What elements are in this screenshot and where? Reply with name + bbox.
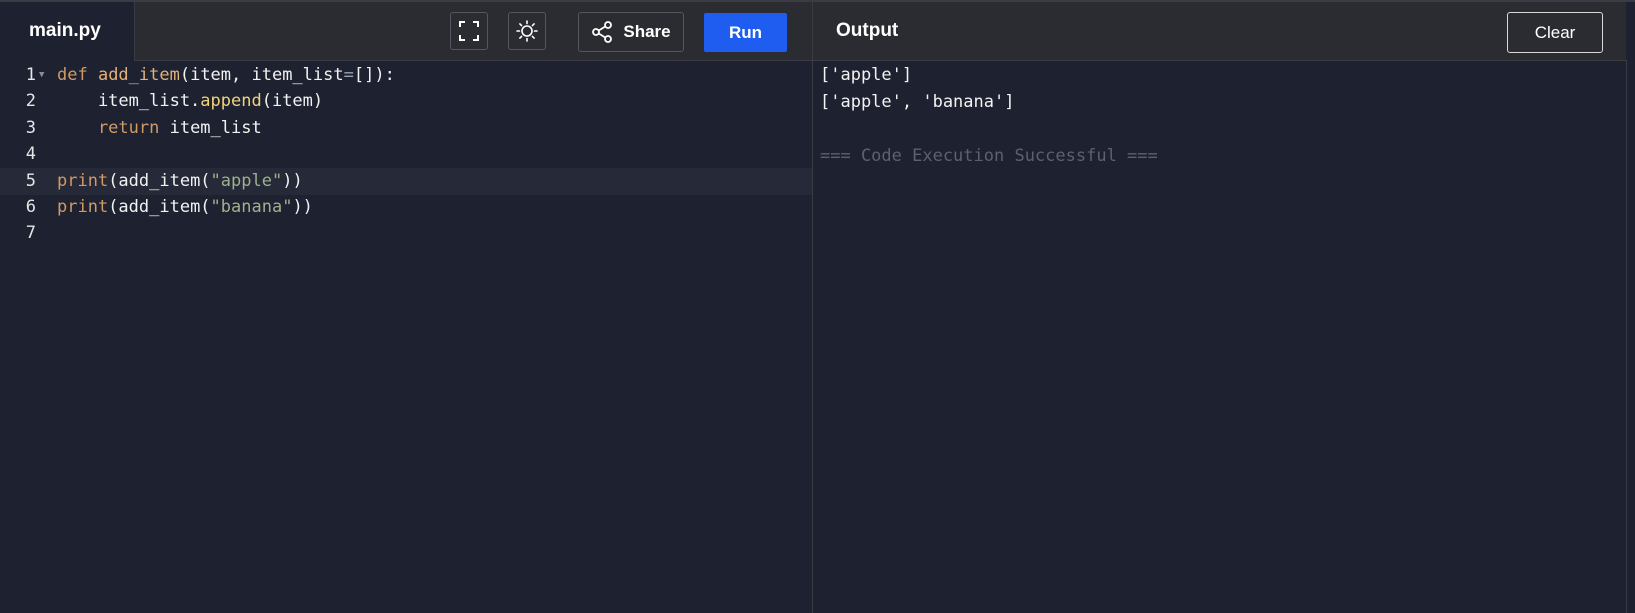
output-line: ['apple', 'banana'] bbox=[820, 92, 1015, 112]
code-text: print(add_item("banana")) bbox=[57, 194, 313, 221]
code-line[interactable]: 7 bbox=[0, 220, 812, 247]
code-token: append bbox=[200, 91, 262, 112]
code-token: print bbox=[57, 170, 109, 191]
share-button[interactable]: Share bbox=[578, 12, 684, 52]
code-token: (add_item( bbox=[108, 197, 211, 217]
code-token: (item, item_list bbox=[179, 65, 344, 85]
line-number: 2 bbox=[25, 91, 36, 112]
code-text: return item_list bbox=[57, 115, 262, 142]
fold-arrow-icon[interactable]: ▼ bbox=[39, 62, 44, 89]
theme-toggle-button[interactable] bbox=[508, 12, 546, 50]
fullscreen-icon bbox=[459, 21, 479, 41]
code-token: return bbox=[57, 117, 170, 138]
output-line: ['apple'] bbox=[820, 65, 913, 85]
code-line[interactable]: 4 bbox=[0, 141, 812, 168]
code-token: add_item bbox=[97, 65, 180, 85]
code-token: (add_item( bbox=[108, 170, 211, 191]
code-token: print bbox=[57, 197, 109, 217]
code-line[interactable]: 5 print(add_item("apple")) bbox=[0, 167, 812, 195]
code-editor[interactable]: 1 ▼ def add_item(item, item_list=[]): 2 ite… bbox=[0, 62, 812, 613]
line-number: 1 bbox=[25, 65, 36, 85]
output-title: Output bbox=[836, 20, 899, 41]
fullscreen-button[interactable] bbox=[450, 12, 488, 50]
output-panel: ['apple'] ['apple', 'banana'] === Code Exe… bbox=[820, 62, 1620, 170]
code-token: "banana" bbox=[210, 197, 293, 217]
code-text: item_list.append(item) bbox=[57, 88, 323, 115]
code-line[interactable]: 1 ▼ def add_item(item, item_list=[]): bbox=[0, 62, 812, 89]
line-number: 5 bbox=[25, 170, 36, 191]
code-text: def add_item(item, item_list=[]): bbox=[57, 62, 395, 89]
code-token: item_list. bbox=[57, 91, 201, 112]
code-line[interactable]: 3 return item_list bbox=[0, 115, 812, 142]
code-token: )) bbox=[282, 170, 303, 191]
line-number: 6 bbox=[25, 197, 36, 217]
clear-button[interactable]: Clear bbox=[1507, 12, 1603, 53]
code-token: []): bbox=[353, 65, 395, 85]
code-token: = bbox=[343, 65, 354, 85]
code-token: )) bbox=[292, 197, 313, 217]
top-bar: main.py Share Run Output Clear bbox=[0, 2, 1626, 61]
code-token: item_list bbox=[169, 117, 262, 138]
share-icon bbox=[592, 21, 613, 43]
share-label: Share bbox=[623, 22, 671, 41]
code-line[interactable]: 2 item_list.append(item) bbox=[0, 88, 812, 115]
tab-main-py[interactable]: main.py bbox=[0, 2, 135, 61]
theme-sun-icon bbox=[516, 20, 538, 42]
online-python-compiler: main.py Share Run Output Clear 1 ▼ def a… bbox=[0, 0, 1635, 613]
code-text: print(add_item("apple")) bbox=[57, 168, 303, 195]
line-number: 7 bbox=[25, 223, 36, 244]
output-scrollbar-edge bbox=[1626, 60, 1627, 613]
code-token: "apple" bbox=[210, 170, 283, 191]
code-line[interactable]: 6 print(add_item("banana")) bbox=[0, 194, 812, 221]
line-number: 4 bbox=[25, 144, 36, 165]
line-number: 3 bbox=[25, 117, 36, 138]
code-token: (item) bbox=[261, 91, 324, 112]
execution-status: === Code Execution Successful === bbox=[820, 146, 1158, 166]
run-button[interactable]: Run bbox=[704, 13, 787, 52]
code-token: def bbox=[57, 65, 98, 85]
pane-divider[interactable] bbox=[812, 2, 813, 613]
